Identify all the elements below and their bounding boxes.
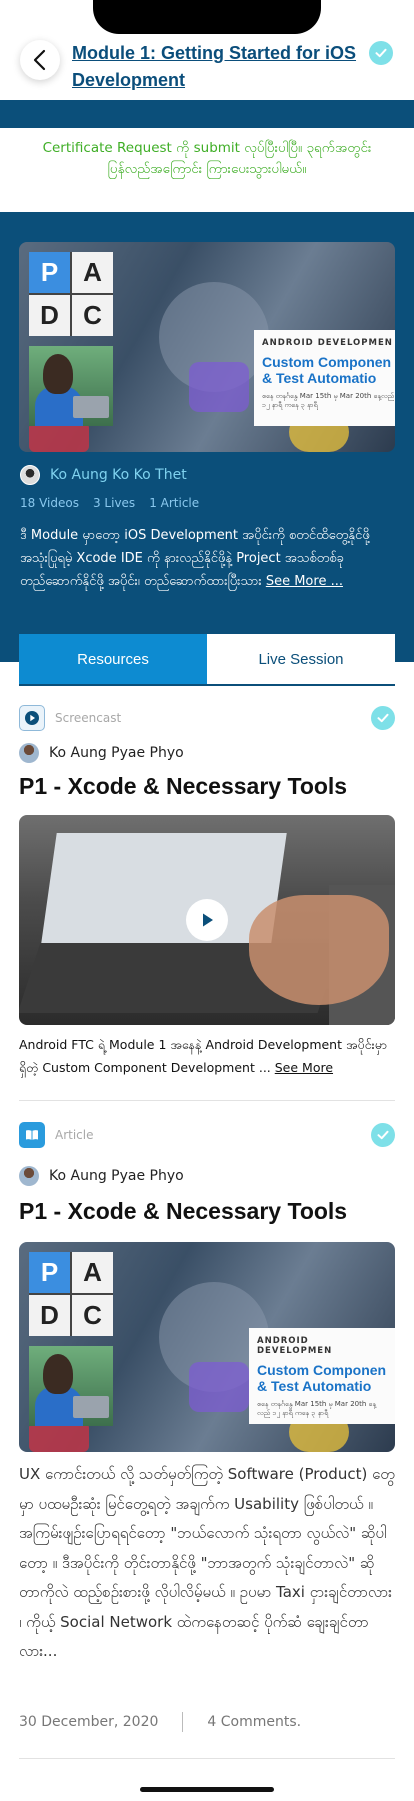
- divider: [19, 1758, 395, 1759]
- article-banner-image[interactable]: P A D C ANDROID DEVELOPMEN Custom Compon…: [19, 1242, 395, 1452]
- instructor-name: Ko Aung Ko Ko Thet: [50, 467, 187, 483]
- article-excerpt: UX ကောင်းတယ် လို့ သတ်မှတ်ကြတဲ့ Software …: [19, 1465, 395, 1660]
- tab-live-session[interactable]: Live Session: [207, 634, 395, 684]
- completed-check-icon: [369, 41, 393, 65]
- back-button[interactable]: [20, 40, 60, 80]
- banner-card: ANDROID DEVELOPMEN Custom Componen & Tes…: [249, 1328, 395, 1424]
- instructor-photo: [29, 346, 113, 426]
- chevron-left-icon: [33, 49, 46, 71]
- padc-logo: P A D C: [29, 1252, 113, 1336]
- resource-item-article[interactable]: Article Ko Aung Pyae Phyo P1 - Xcode & N…: [19, 1122, 395, 1732]
- avatar: [20, 465, 40, 485]
- article-date: 30 December, 2020: [19, 1714, 159, 1730]
- header-band: [0, 100, 414, 128]
- resource-type-label: Article: [55, 1128, 94, 1142]
- play-button[interactable]: [186, 899, 228, 941]
- video-thumbnail[interactable]: [19, 815, 395, 1025]
- author-name: Ko Aung Pyae Phyo: [49, 745, 184, 761]
- resource-title[interactable]: P1 - Xcode & Necessary Tools: [19, 773, 395, 800]
- meta-divider: [182, 1712, 184, 1732]
- banner-card: ANDROID DEVELOPMEN Custom Componen & Tes…: [254, 330, 395, 426]
- course-stats: 18 Videos 3 Lives 1 Article: [20, 496, 199, 510]
- course-banner-image: P A D C ANDROID DEVELOPMEN Custom Compon…: [19, 242, 395, 452]
- page-title[interactable]: Module 1: Getting Started for iOS Develo…: [72, 40, 362, 94]
- instructor-photo: [29, 1346, 113, 1426]
- see-more-link[interactable]: See More ...: [266, 574, 343, 589]
- padc-logo: P A D C: [29, 252, 113, 336]
- tab-resources[interactable]: Resources: [19, 634, 207, 684]
- course-overview: P A D C ANDROID DEVELOPMEN Custom Compon…: [0, 212, 414, 662]
- completed-check-icon: [371, 1123, 395, 1147]
- course-description: ဒီ Module မှာတော့ iOS Development အပိုင်…: [20, 528, 370, 589]
- device-notch: [93, 0, 321, 34]
- book-icon: [19, 1122, 45, 1148]
- course-instructor[interactable]: Ko Aung Ko Ko Thet: [20, 465, 187, 485]
- home-indicator: [140, 1787, 274, 1792]
- resource-type-label: Screencast: [55, 711, 122, 725]
- play-icon: [203, 913, 213, 927]
- lives-count: 3 Lives: [92, 496, 136, 510]
- completed-check-icon: [371, 706, 395, 730]
- comments-count[interactable]: 4 Comments.: [207, 1714, 301, 1730]
- author-name: Ko Aung Pyae Phyo: [49, 1168, 184, 1184]
- articles-count: 1 Article: [149, 496, 200, 510]
- resource-item-screencast[interactable]: Screencast Ko Aung Pyae Phyo P1 - Xcode …: [19, 705, 395, 1085]
- play-icon: [19, 705, 45, 731]
- resource-title[interactable]: P1 - Xcode & Necessary Tools: [19, 1198, 395, 1225]
- certificate-notice-text: Certificate Request ကို submit လုပ်ပြီးပ…: [42, 140, 372, 177]
- videos-count: 18 Videos: [20, 496, 79, 510]
- avatar: [19, 1166, 39, 1186]
- article-meta: 30 December, 2020 4 Comments.: [19, 1712, 301, 1732]
- resource-description: Android FTC ရဲ့ Module 1 အနေနဲ့ Android …: [19, 1037, 387, 1075]
- resource-tabs: Resources Live Session: [19, 634, 395, 686]
- divider: [19, 1100, 395, 1101]
- avatar: [19, 743, 39, 763]
- see-more-link[interactable]: See More: [275, 1060, 333, 1075]
- certificate-notice: Certificate Request ကို submit လုပ်ပြီးပ…: [0, 128, 414, 212]
